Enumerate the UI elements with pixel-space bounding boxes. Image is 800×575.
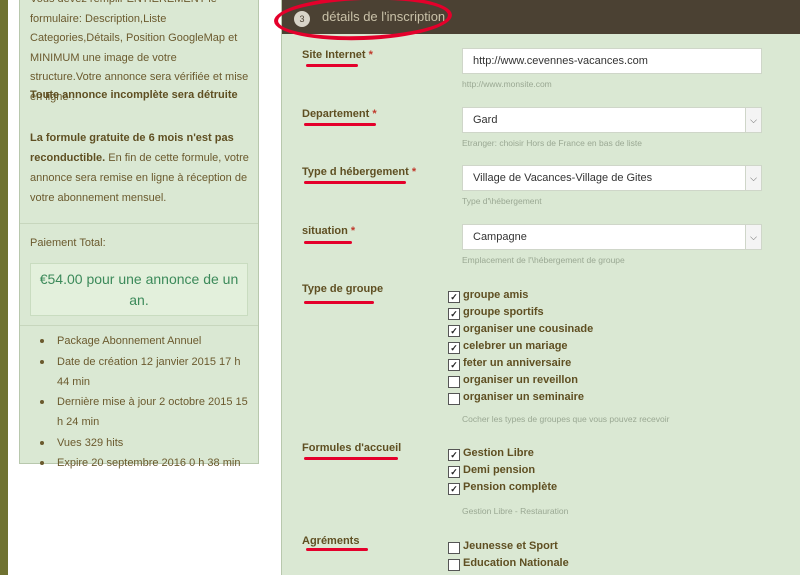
chevron-down-icon[interactable]: ⌵ bbox=[745, 166, 761, 190]
warning-text: Toute annonce incomplète sera détruite bbox=[30, 89, 238, 101]
annotation-underline bbox=[304, 457, 398, 460]
divider bbox=[20, 325, 258, 326]
chevron-down-icon[interactable]: ⌵ bbox=[745, 225, 761, 249]
formules-label: Formules d'accueil bbox=[302, 442, 402, 454]
checkbox[interactable]: ✓ bbox=[448, 359, 460, 371]
situation-select[interactable]: Campagne ⌵ bbox=[462, 224, 762, 250]
checkbox[interactable] bbox=[448, 376, 460, 388]
divider bbox=[20, 223, 258, 224]
checkbox-label[interactable]: Gestion Libre bbox=[463, 447, 534, 459]
checkbox-label[interactable]: organiser un seminaire bbox=[463, 391, 584, 403]
annotation-underline bbox=[304, 301, 374, 304]
checkbox[interactable]: ✓ bbox=[448, 342, 460, 354]
annotation-underline bbox=[304, 181, 406, 184]
listing-meta-list: Package Abonnement Annuel Date de créati… bbox=[30, 331, 252, 474]
checkbox-label[interactable]: Jeunesse et Sport bbox=[463, 540, 558, 552]
formula-text: La formule gratuite de 6 mois n'est pas … bbox=[30, 128, 250, 208]
situation-hint: Emplacement de l'\hébergement de groupe bbox=[462, 255, 625, 265]
list-item: Expire 20 septembre 2016 0 h 38 min bbox=[30, 453, 252, 473]
checkbox-label[interactable]: celebrer un mariage bbox=[463, 340, 568, 352]
label-text: situation bbox=[302, 225, 348, 237]
required-mark: * bbox=[368, 49, 373, 61]
type-hebergement-select[interactable]: Village de Vacances-Village de Gites ⌵ bbox=[462, 165, 762, 191]
type-groupe-hint: Cocher les types de groupes que vous pou… bbox=[462, 414, 670, 424]
annotation-underline bbox=[306, 64, 358, 67]
checkbox[interactable]: ✓ bbox=[448, 483, 460, 495]
list-item: Package Abonnement Annuel bbox=[30, 331, 252, 351]
checkbox[interactable] bbox=[448, 393, 460, 405]
list-item: Vues 329 hits bbox=[30, 433, 252, 453]
type-hebergement-hint: Type d'\hébergement bbox=[462, 196, 542, 206]
label-text: Site Internet bbox=[302, 49, 366, 61]
checkbox-label[interactable]: Education Nationale bbox=[463, 557, 569, 569]
price-box: €54.00 pour une annonce de un an. bbox=[30, 263, 248, 316]
type-groupe-label: Type de groupe bbox=[302, 283, 384, 295]
checkbox-label[interactable]: Pension complète bbox=[463, 481, 557, 493]
selected-value: Village de Vacances-Village de Gites bbox=[473, 172, 653, 184]
checkbox[interactable]: ✓ bbox=[448, 466, 460, 478]
checkbox[interactable]: ✓ bbox=[448, 325, 460, 337]
checkbox[interactable] bbox=[448, 559, 460, 571]
checkbox-label[interactable]: groupe amis bbox=[463, 289, 528, 301]
checkbox-label[interactable]: organiser une cousinade bbox=[463, 323, 593, 335]
agrements-label: Agréments bbox=[302, 535, 360, 547]
annotation-underline bbox=[304, 241, 352, 244]
checkbox[interactable] bbox=[448, 542, 460, 554]
label-text: Departement bbox=[302, 108, 370, 120]
list-item: Dernière mise à jour 2 octobre 2015 15 h… bbox=[30, 392, 252, 432]
listing-summary-panel: Vous devez remplir ENTIEREMENT le formul… bbox=[19, 0, 259, 469]
required-mark: * bbox=[372, 108, 377, 120]
annotation-underline bbox=[306, 548, 368, 551]
required-mark: * bbox=[350, 225, 356, 237]
site-input[interactable]: http://www.cevennes-vacances.com bbox=[462, 48, 762, 74]
situation-label: situation * bbox=[302, 225, 355, 237]
departement-hint: Etranger: choisir Hors de France en bas … bbox=[462, 138, 643, 148]
list-item: Date de création 12 janvier 2015 17 h 44… bbox=[30, 352, 252, 392]
type-hebergement-label: Type d hébergement * bbox=[302, 166, 416, 178]
total-label: Paiement Total: bbox=[30, 237, 106, 249]
checkbox[interactable]: ✓ bbox=[448, 308, 460, 320]
departement-label: Departement * bbox=[302, 108, 377, 120]
formules-hint: Gestion Libre - Restauration bbox=[462, 506, 569, 516]
chevron-down-icon[interactable]: ⌵ bbox=[745, 108, 761, 132]
checkbox-label[interactable]: Demi pension bbox=[463, 464, 535, 476]
registration-details-panel: 3 détails de l'inscription Site Internet… bbox=[281, 0, 800, 575]
checkbox-label[interactable]: organiser un reveillon bbox=[463, 374, 578, 386]
label-text: Type d hébergement bbox=[302, 166, 409, 178]
checkbox[interactable]: ✓ bbox=[448, 291, 460, 303]
departement-select[interactable]: Gard ⌵ bbox=[462, 107, 762, 133]
required-mark: * bbox=[411, 166, 417, 178]
selected-value: Campagne bbox=[473, 231, 527, 243]
selected-value: Gard bbox=[473, 114, 498, 126]
annotation-underline bbox=[304, 123, 376, 126]
checkbox[interactable]: ✓ bbox=[448, 449, 460, 461]
checkbox-label[interactable]: groupe sportifs bbox=[463, 306, 544, 318]
site-hint: http://www.monsite.com bbox=[462, 79, 552, 89]
site-label: Site Internet * bbox=[302, 49, 373, 61]
checkbox-label[interactable]: feter un anniversaire bbox=[463, 357, 571, 369]
